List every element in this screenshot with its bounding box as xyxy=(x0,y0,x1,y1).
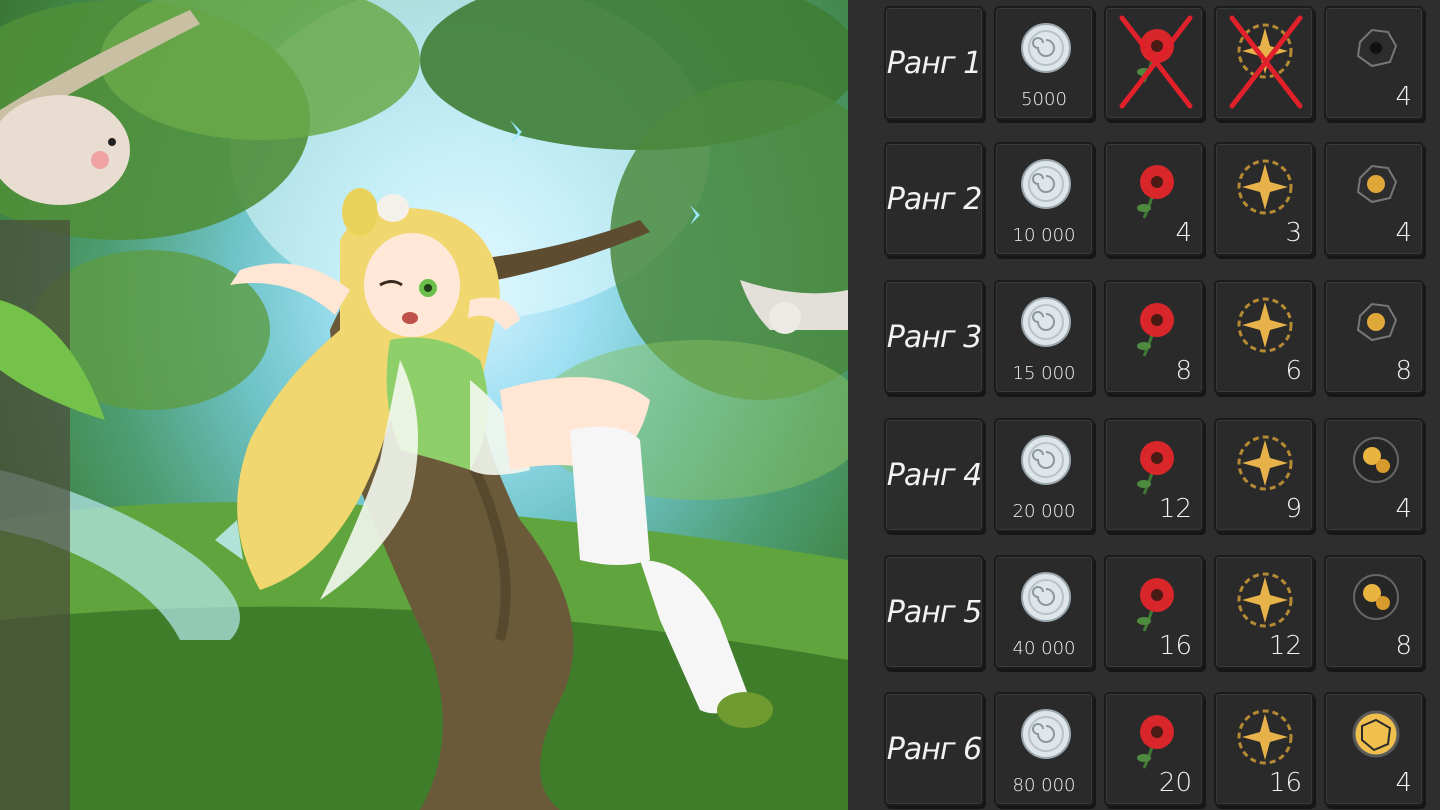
flower-cell: 16 xyxy=(1104,555,1204,669)
golden-star-wreath-icon xyxy=(1237,159,1293,215)
ore-quantity: 8 xyxy=(1395,631,1412,661)
ore-cell: 4 xyxy=(1324,692,1424,806)
flower-quantity: 8 xyxy=(1175,356,1192,386)
rank-cell: Ранг 4 xyxy=(884,418,984,532)
silver-coin-icon xyxy=(1021,435,1071,485)
silver-cell: 10 000 xyxy=(994,142,1094,256)
rank-label: Ранг 3 xyxy=(886,319,982,355)
red-flower-icon xyxy=(1137,165,1174,219)
red-flower-icon xyxy=(1137,715,1174,769)
star-cell: 12 xyxy=(1214,555,1314,669)
flower-quantity: 20 xyxy=(1158,768,1192,798)
ore-quantity: 4 xyxy=(1395,82,1412,112)
ore-cell: 4 xyxy=(1324,142,1424,256)
star-quantity: 9 xyxy=(1285,494,1302,524)
ore-cell: 8 xyxy=(1324,555,1424,669)
bright-gold-orb-icon xyxy=(1352,710,1400,758)
silver-coin-icon xyxy=(1021,159,1071,209)
rank-cell: Ранг 5 xyxy=(884,555,984,669)
flower-cell: 12 xyxy=(1104,418,1204,532)
silver-quantity: 15 000 xyxy=(1012,363,1076,384)
rank-cell: Ранг 2 xyxy=(884,142,984,256)
silver-quantity: 40 000 xyxy=(1012,638,1076,659)
silver-cell: 40 000 xyxy=(994,555,1094,669)
ore-quantity: 4 xyxy=(1395,494,1412,524)
flower-quantity: 4 xyxy=(1175,218,1192,248)
crossed-out-mark xyxy=(1229,15,1303,109)
silver-coin-icon xyxy=(1021,709,1071,759)
rank-cell: Ранг 3 xyxy=(884,280,984,394)
rank-label: Ранг 5 xyxy=(886,594,982,630)
rank-label: Ранг 6 xyxy=(886,731,982,767)
flower-cell xyxy=(1104,6,1204,120)
forest-scene xyxy=(0,0,848,810)
silver-cell: 80 000 xyxy=(994,692,1094,806)
golden-star-wreath-icon xyxy=(1237,572,1293,628)
silver-quantity: 80 000 xyxy=(1012,775,1076,796)
dark-gold-ore-icon xyxy=(1356,164,1398,204)
silver-quantity: 10 000 xyxy=(1012,225,1076,246)
star-cell: 6 xyxy=(1214,280,1314,394)
dark-ore-icon xyxy=(1356,28,1398,68)
character-artwork xyxy=(0,0,848,810)
star-quantity: 6 xyxy=(1285,356,1302,386)
ore-cell: 4 xyxy=(1324,6,1424,120)
ore-quantity: 8 xyxy=(1395,356,1412,386)
flower-quantity: 16 xyxy=(1158,631,1192,661)
star-quantity: 12 xyxy=(1268,631,1302,661)
dark-gold-ore-icon xyxy=(1356,302,1398,342)
silver-coin-icon xyxy=(1021,572,1071,622)
flower-cell: 4 xyxy=(1104,142,1204,256)
flower-quantity: 12 xyxy=(1158,494,1192,524)
flower-cell: 8 xyxy=(1104,280,1204,394)
crossed-out-mark xyxy=(1119,15,1193,109)
rank-label: Ранг 1 xyxy=(886,45,982,81)
golden-star-wreath-icon xyxy=(1237,435,1293,491)
red-flower-icon xyxy=(1137,441,1174,495)
gold-ore-icon xyxy=(1353,574,1399,620)
silver-coin-icon xyxy=(1021,297,1071,347)
star-cell xyxy=(1214,6,1314,120)
silver-cell: 15 000 xyxy=(994,280,1094,394)
rank-label: Ранг 2 xyxy=(886,181,982,217)
ore-quantity: 4 xyxy=(1395,218,1412,248)
rank-cell: Ранг 1 xyxy=(884,6,984,120)
silver-coin-icon xyxy=(1021,23,1071,73)
ore-quantity: 4 xyxy=(1395,768,1412,798)
flower-cell: 20 xyxy=(1104,692,1204,806)
golden-star-wreath-icon xyxy=(1237,709,1293,765)
star-quantity: 3 xyxy=(1285,218,1302,248)
silver-cell: 5000 xyxy=(994,6,1094,120)
rank-materials-grid: Ранг 1 5000 4 Ранг 2 10 000 4 3 4 Ранг 3… xyxy=(848,0,1440,810)
star-quantity: 16 xyxy=(1268,768,1302,798)
ore-cell: 8 xyxy=(1324,280,1424,394)
star-cell: 3 xyxy=(1214,142,1314,256)
gold-ore-icon xyxy=(1353,437,1399,483)
silver-cell: 20 000 xyxy=(994,418,1094,532)
silver-quantity: 20 000 xyxy=(1012,501,1076,522)
rank-cell: Ранг 6 xyxy=(884,692,984,806)
rank-label: Ранг 4 xyxy=(886,457,982,493)
ore-cell: 4 xyxy=(1324,418,1424,532)
red-flower-icon xyxy=(1137,303,1174,357)
star-cell: 9 xyxy=(1214,418,1314,532)
golden-star-wreath-icon xyxy=(1237,297,1293,353)
silver-quantity: 5000 xyxy=(1021,89,1067,110)
red-flower-icon xyxy=(1137,578,1174,632)
star-cell: 16 xyxy=(1214,692,1314,806)
